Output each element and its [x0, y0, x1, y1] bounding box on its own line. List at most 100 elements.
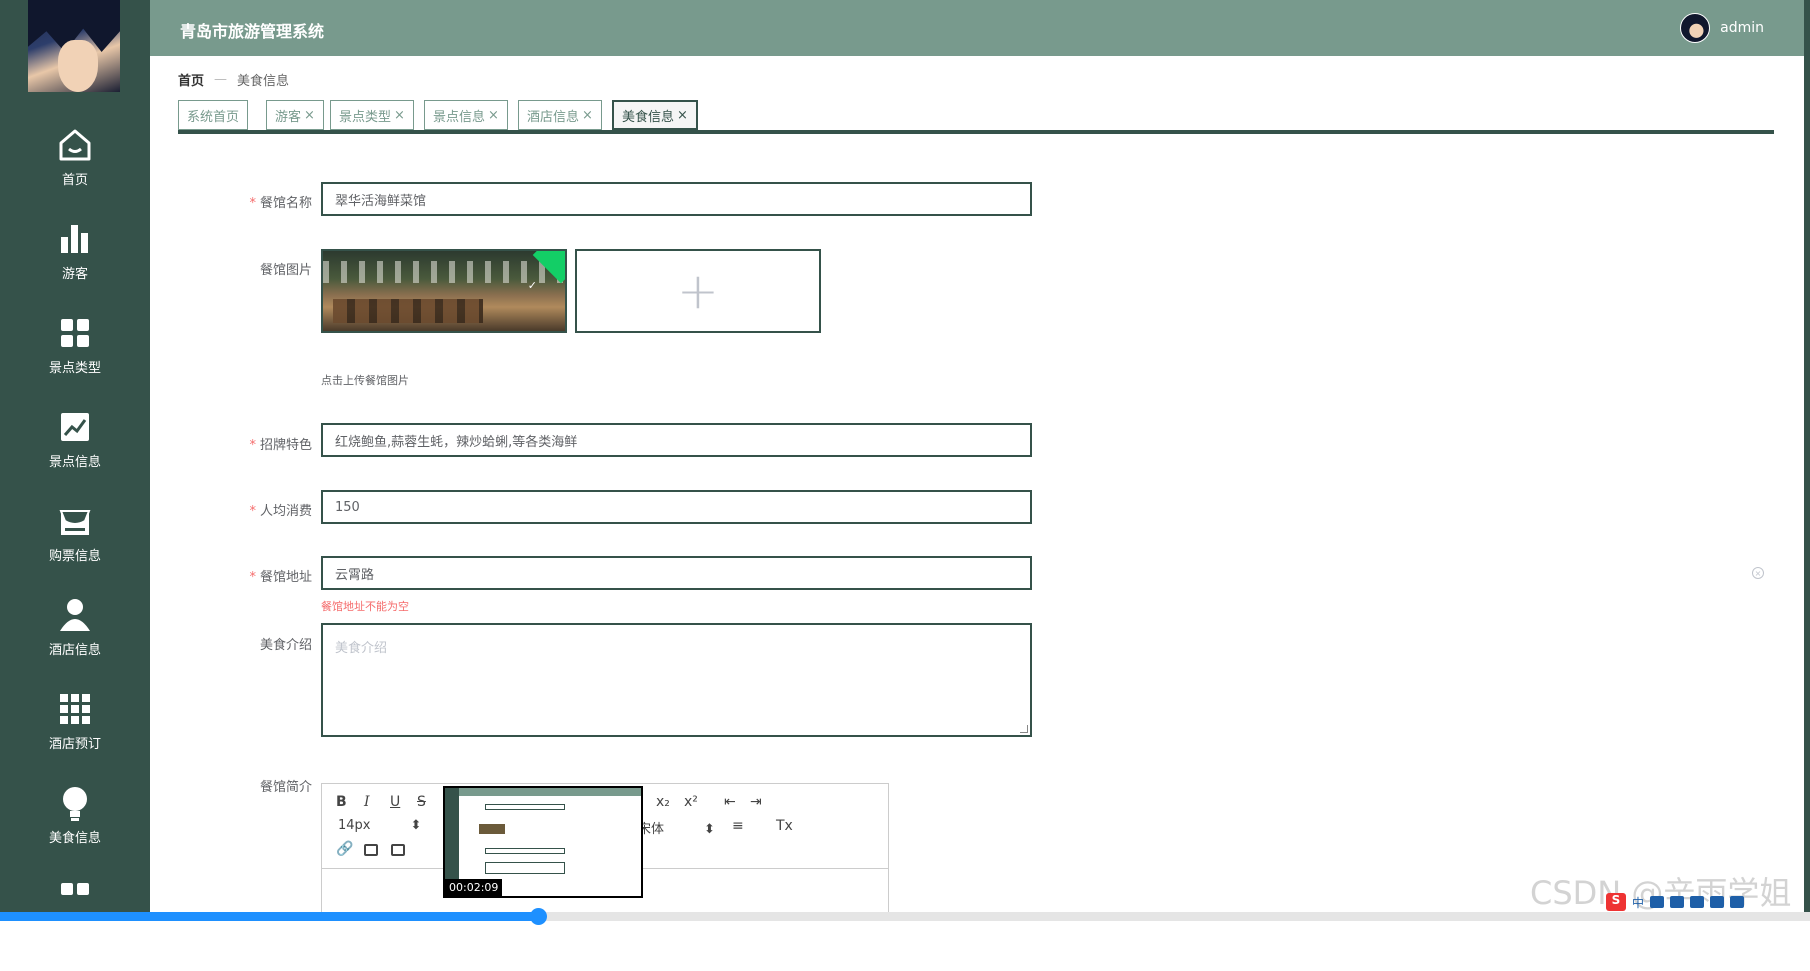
- breadcrumb-separator: —: [214, 72, 228, 87]
- food-intro-textarea[interactable]: 美食介绍: [321, 623, 1032, 737]
- sidebar-item-label: 购票信息: [48, 549, 101, 564]
- sidebar-item-scenic-info[interactable]: 景点信息: [0, 407, 150, 501]
- tab-label: 景点类型: [339, 109, 392, 125]
- restaurant-name-input[interactable]: 翠华活海鲜菜馆: [321, 182, 1032, 216]
- bold-button[interactable]: B: [336, 794, 347, 810]
- link-icon[interactable]: 🔗: [336, 841, 353, 857]
- tab-food-info[interactable]: 美食信息 ×: [612, 100, 698, 130]
- user-icon: [60, 599, 90, 631]
- clear-icon[interactable]: ×: [1752, 567, 1764, 579]
- breadcrumb-home[interactable]: 首页: [178, 70, 204, 89]
- font-size-select[interactable]: 14px ⬍: [338, 818, 421, 833]
- grid-icon: [61, 883, 89, 895]
- upload-hint: 点击上传餐馆图片: [321, 374, 409, 387]
- language-indicator[interactable]: 中: [1632, 894, 1644, 911]
- progress-knob[interactable]: [529, 908, 547, 925]
- progress-fill: [0, 912, 538, 921]
- tab-label: 美食信息: [622, 109, 675, 125]
- tab-scenic-types[interactable]: 景点类型 ×: [330, 100, 414, 130]
- sidebar-item-label: 景点信息: [48, 455, 101, 470]
- tab-label: 酒店信息: [527, 109, 580, 125]
- tray-icon[interactable]: [1670, 896, 1685, 908]
- close-icon[interactable]: ×: [304, 108, 315, 123]
- input-method-logo[interactable]: S: [1606, 893, 1626, 911]
- tray-icon[interactable]: [1730, 896, 1745, 908]
- close-icon[interactable]: ×: [488, 108, 499, 123]
- sidebar-item-hotels[interactable]: 酒店信息: [0, 595, 150, 689]
- sidebar-item-label: 美食信息: [48, 831, 101, 846]
- bulb-icon: [63, 787, 87, 821]
- underline-button[interactable]: U: [390, 794, 400, 810]
- tab-visitors[interactable]: 游客 ×: [266, 100, 324, 130]
- username: admin: [1720, 20, 1764, 36]
- specialty-label: * 招牌特色: [249, 438, 312, 453]
- tab-bar: 系统首页 游客 × 景点类型 × 景点信息 × 酒店信息 × 美食信息 ×: [178, 100, 1774, 134]
- top-header: 青岛市旅游管理系统 admin: [150, 0, 1804, 56]
- line-chart-icon: [61, 413, 89, 441]
- tray-icon[interactable]: [1650, 896, 1665, 908]
- success-check-icon: ✓: [527, 279, 537, 292]
- video-preview-thumbnail: 00:02:09: [443, 786, 643, 898]
- video-timestamp: 00:02:09: [445, 879, 503, 896]
- intro-label: 美食介绍: [259, 638, 312, 653]
- grid-icon: [61, 319, 89, 347]
- sidebar-item-visitors[interactable]: 游客: [0, 219, 150, 313]
- page-scrollbar[interactable]: [1804, 0, 1810, 921]
- system-tray: S 中: [1606, 892, 1810, 912]
- app-title: 青岛市旅游管理系统: [180, 22, 325, 41]
- close-icon[interactable]: ×: [677, 108, 688, 123]
- font-family-select[interactable]: 宋体 ⬍: [638, 818, 715, 837]
- name-label: * 餐馆名称: [249, 196, 312, 211]
- subscript-button[interactable]: x₂: [656, 794, 670, 810]
- sidebar-item-label: 景点类型: [48, 361, 101, 376]
- sidebar-nav: 首页 游客 景点类型 景点信息 购票信息 酒店信息 酒店预订 美食信息: [0, 125, 150, 971]
- breadcrumb: 首页 — 美食信息: [178, 70, 289, 89]
- tab-system-home[interactable]: 系统首页: [178, 100, 249, 130]
- sidebar-item-home[interactable]: 首页: [0, 125, 150, 219]
- home-icon: [59, 129, 91, 161]
- plus-icon: +: [677, 262, 719, 320]
- tab-hotel-info[interactable]: 酒店信息 ×: [518, 100, 602, 130]
- close-icon[interactable]: ×: [582, 108, 593, 123]
- address-error-message: 餐馆地址不能为空: [321, 600, 409, 613]
- outdent-icon[interactable]: ⇤: [724, 794, 736, 810]
- video-icon[interactable]: [391, 844, 405, 856]
- sidebar-item-scenic-types[interactable]: 景点类型: [0, 313, 150, 407]
- summary-label: 餐馆简介: [259, 780, 312, 795]
- tab-label: 景点信息: [433, 109, 486, 125]
- user-menu[interactable]: admin: [1680, 13, 1764, 43]
- bar-chart-icon: [61, 225, 88, 253]
- sidebar-item-label: 游客: [61, 267, 88, 282]
- tab-scenic-info[interactable]: 景点信息 ×: [424, 100, 508, 130]
- address-input[interactable]: 云霄路: [321, 556, 1032, 590]
- strike-button[interactable]: S: [417, 794, 426, 810]
- close-icon[interactable]: ×: [394, 108, 405, 123]
- sidebar-item-food[interactable]: 美食信息: [0, 783, 150, 877]
- image-label: 餐馆图片: [259, 263, 312, 278]
- superscript-button[interactable]: x²: [684, 794, 698, 810]
- sidebar: 首页 游客 景点类型 景点信息 购票信息 酒店信息 酒店预订 美食信息: [0, 0, 150, 921]
- sidebar-item-more[interactable]: [0, 877, 150, 971]
- sidebar-avatar: [28, 0, 120, 92]
- address-label: * 餐馆地址: [249, 570, 312, 585]
- uploaded-image-thumbnail[interactable]: ✓: [321, 249, 567, 333]
- image-icon[interactable]: [364, 844, 378, 856]
- avatar: [1680, 13, 1711, 43]
- tab-label: 系统首页: [187, 109, 240, 125]
- tray-icon[interactable]: [1710, 896, 1725, 908]
- avg-cost-input[interactable]: 150: [321, 490, 1032, 524]
- apps-icon: [60, 694, 90, 724]
- specialty-input[interactable]: 红烧鲍鱼,蒜蓉生蚝，辣炒蛤蜊,等各类海鲜: [321, 423, 1032, 457]
- indent-icon[interactable]: ⇥: [750, 794, 762, 810]
- tray-icon[interactable]: [1690, 896, 1705, 908]
- sidebar-item-label: 首页: [61, 173, 88, 188]
- sidebar-item-label: 酒店预订: [48, 737, 101, 752]
- sidebar-item-hotel-booking[interactable]: 酒店预订: [0, 689, 150, 783]
- align-icon[interactable]: ≡: [732, 818, 744, 834]
- image-upload-button[interactable]: +: [575, 249, 821, 333]
- clear-format-button[interactable]: Tx: [776, 818, 793, 834]
- italic-button[interactable]: I: [364, 794, 370, 810]
- sidebar-item-tickets[interactable]: 购票信息: [0, 501, 150, 595]
- breadcrumb-current: 美食信息: [237, 74, 290, 89]
- sidebar-item-label: 酒店信息: [48, 643, 101, 658]
